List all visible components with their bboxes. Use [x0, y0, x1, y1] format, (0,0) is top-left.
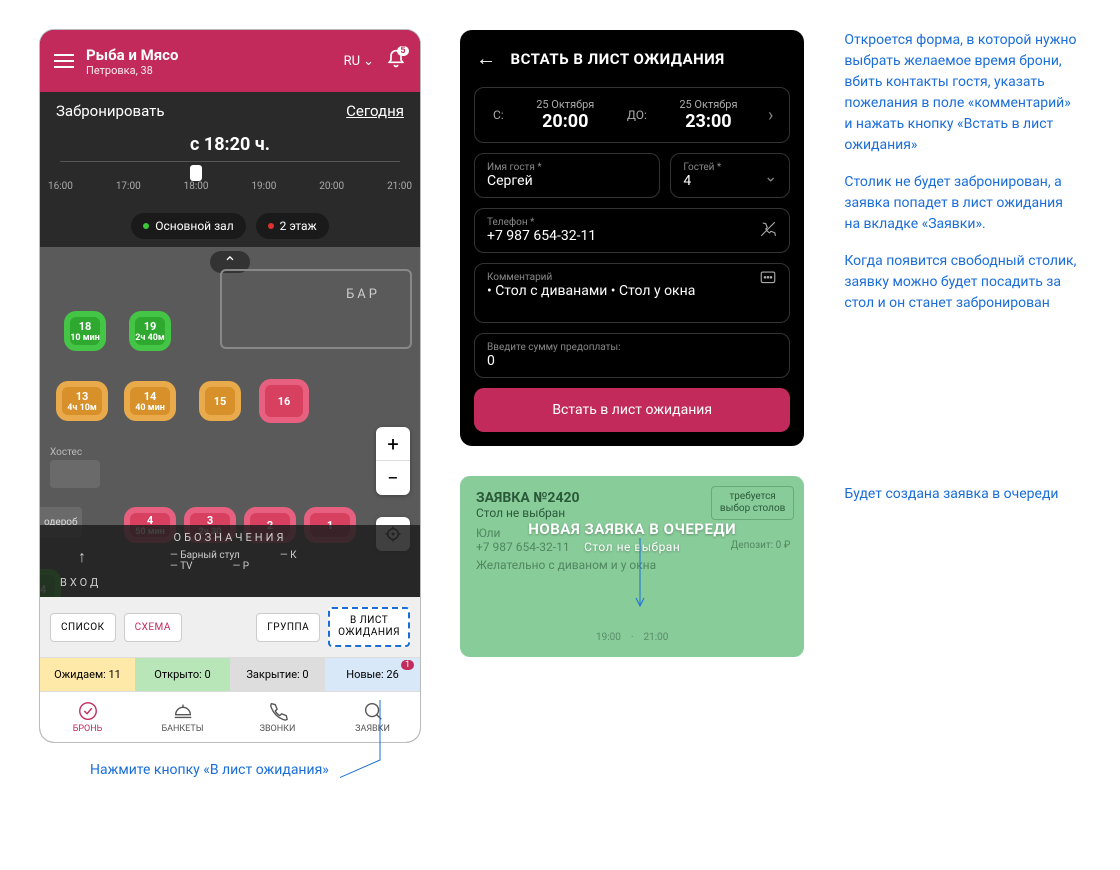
table-19[interactable]: 192ч 40м	[135, 317, 165, 345]
app-header: Рыба и Мясо Петровка, 38 RU⌄ 5	[40, 30, 420, 92]
restaurant-address: Петровка, 38	[86, 64, 332, 77]
from-label: С:	[485, 108, 512, 122]
table-16[interactable]: 16	[265, 385, 303, 417]
form-title: ВСТАТЬ В ЛИСТ ОЖИДАНИЯ	[511, 50, 725, 68]
to-date: 25 Октября	[655, 98, 762, 111]
new-badge: 1	[401, 660, 414, 670]
request-wish: Желательно с диваном и у окна	[476, 558, 788, 572]
floor-plan[interactable]: ⌃ БАР 1810 мин 192ч 40м 24 134ч 10м 1440…	[40, 247, 420, 597]
selected-time: с 18:20 ч.	[40, 130, 420, 155]
chevron-right-icon[interactable]: ›	[762, 105, 779, 126]
table-14[interactable]: 1440 мин	[130, 387, 170, 415]
phone-screen-floorplan: Рыба и Мясо Петровка, 38 RU⌄ 5 Заброниро…	[40, 30, 420, 742]
field-label: Телефон *	[487, 217, 777, 228]
comment-field[interactable]: Комментарий • Стол с диванами • Стол у о…	[474, 263, 790, 323]
language-selector[interactable]: RU⌄	[344, 54, 374, 69]
request-timeline: 19:00·21:00	[476, 632, 788, 643]
field-value: Сергей	[487, 173, 647, 189]
hour-tick: 21:00	[387, 181, 412, 192]
side-p4: Будет создана заявка в очереди	[844, 484, 1080, 505]
field-value: • Стол с диванами • Стол у окна	[487, 283, 777, 299]
annotation-text: Нажмите кнопку «В лист ожидания»	[90, 762, 420, 778]
field-label: Имя гостя *	[487, 162, 647, 173]
prepay-field[interactable]: Введите сумму предоплаты: 0	[474, 333, 790, 378]
view-buttons: СПИСОК СХЕМА ГРУППА В ЛИСТОЖИДАНИЯ	[40, 597, 420, 657]
side-p1: Откроется форма, в которой нужно выбрать…	[844, 30, 1080, 156]
notifications-icon[interactable]: 5	[386, 49, 406, 73]
nav-booking[interactable]: БРОНЬ	[40, 692, 135, 742]
entrance-label: ВХОД	[60, 576, 101, 589]
nav-requests[interactable]: ЗАЯВКИ	[325, 692, 420, 742]
hall-main[interactable]: Основной зал	[131, 213, 245, 239]
side-p2: Столик не будет забронирован, а заявка п…	[844, 172, 1080, 235]
table-13[interactable]: 134ч 10м	[62, 387, 102, 415]
field-label: Введите сумму предоплаты:	[487, 342, 777, 353]
nav-calls[interactable]: ЗВОНКИ	[230, 692, 325, 742]
zoom-out-button[interactable]: −	[376, 461, 410, 495]
legend-item: — TV	[170, 561, 193, 572]
to-label: ДО:	[619, 108, 655, 122]
zoom-in-button[interactable]: +	[376, 427, 410, 461]
book-label: Забронировать	[56, 102, 164, 120]
field-value: +7 987 654-32-11	[487, 228, 777, 244]
side-explanation: Откроется форма, в которой нужно выбрать…	[844, 30, 1080, 521]
from-date: 25 Октября	[512, 98, 619, 111]
submit-waitlist-button[interactable]: Встать в лист ожидания	[474, 388, 790, 432]
zoom-controls: + −	[376, 427, 410, 495]
phone-icon[interactable]	[759, 220, 777, 242]
time-knob[interactable]	[190, 165, 202, 181]
waitlist-form: ← ВСТАТЬ В ЛИСТ ОЖИДАНИЯ С: 25 Октября20…	[460, 30, 804, 446]
scheme-view-button[interactable]: СХЕМА	[124, 613, 182, 642]
time-ruler[interactable]: 16:00 17:00 18:00 19:00 20:00 21:00	[40, 155, 420, 205]
field-value: 0	[487, 353, 777, 369]
legend-title: ОБОЗНАЧЕНИЯ	[50, 531, 410, 544]
hostess-label: Хостес	[50, 447, 100, 488]
side-p3: Когда появится свободный столик, заявку …	[844, 251, 1080, 314]
bar-zone	[220, 269, 412, 349]
sub-header: Забронировать Сегодня	[40, 92, 420, 130]
menu-icon[interactable]	[54, 54, 74, 68]
date-range-row[interactable]: С: 25 Октября20:00 ДО: 25 Октября23:00 ›	[474, 87, 790, 143]
table-18[interactable]: 1810 мин	[70, 317, 100, 345]
from-time: 20:00	[512, 111, 619, 132]
guests-count-field[interactable]: Гостей * 4 ⌄	[670, 153, 790, 198]
to-time: 23:00	[655, 111, 762, 132]
legend-item: — К	[280, 550, 297, 561]
stat-open[interactable]: Открыто: 0	[135, 658, 230, 691]
nav-banquets[interactable]: БАНКЕТЫ	[135, 692, 230, 742]
phone-field[interactable]: Телефон * +7 987 654-32-11	[474, 208, 790, 253]
stat-waiting[interactable]: Ожидаем: 11	[40, 658, 135, 691]
entrance-arrow-icon: ↑	[78, 547, 86, 567]
request-status: требуется выбор столов	[711, 486, 794, 520]
notification-badge: 5	[397, 46, 409, 56]
today-link[interactable]: Сегодня	[346, 102, 404, 120]
guest-name-field[interactable]: Имя гостя * Сергей	[474, 153, 660, 198]
hour-tick: 18:00	[184, 181, 209, 192]
hour-tick: 17:00	[116, 181, 141, 192]
table-15[interactable]: 15	[205, 387, 235, 415]
stat-closed[interactable]: Закрытие: 0	[230, 658, 325, 691]
request-overlay: НОВАЯ ЗАЯВКА В ОЧЕРЕДИ Стол не выбран	[460, 520, 804, 554]
group-button[interactable]: ГРУППА	[256, 613, 320, 642]
list-view-button[interactable]: СПИСОК	[50, 613, 116, 642]
legend-panel: ОБОЗНАЧЕНИЯ — Барный стул — К — TV — Р ↑…	[40, 525, 420, 597]
hour-tick: 16:00	[48, 181, 73, 192]
legend-item: — Барный стул	[170, 550, 240, 561]
bar-label: БАР	[346, 287, 380, 302]
hour-tick: 19:00	[251, 181, 276, 192]
field-label: Комментарий	[487, 272, 777, 283]
restaurant-name: Рыба и Мясо	[86, 46, 332, 64]
hall-tabs: Основной зал 2 этаж	[40, 205, 420, 247]
request-card[interactable]: ЗАЯВКА №2420 Стол не выбран Юли +7 987 6…	[460, 476, 804, 657]
stats-row: Ожидаем: 11 Открыто: 0 Закрытие: 0 Новые…	[40, 657, 420, 691]
back-icon[interactable]: ←	[476, 46, 497, 71]
chevron-down-icon: ⌄	[764, 166, 777, 185]
hall-floor2[interactable]: 2 этаж	[256, 213, 329, 239]
hour-tick: 20:00	[319, 181, 344, 192]
waitlist-button[interactable]: В ЛИСТОЖИДАНИЯ	[328, 607, 410, 647]
bottom-nav: БРОНЬ БАНКЕТЫ ЗВОНКИ ЗАЯВКИ	[40, 691, 420, 742]
stat-new[interactable]: Новые: 261	[325, 658, 420, 691]
chat-icon[interactable]	[759, 269, 777, 291]
legend-item: — Р	[233, 561, 250, 572]
